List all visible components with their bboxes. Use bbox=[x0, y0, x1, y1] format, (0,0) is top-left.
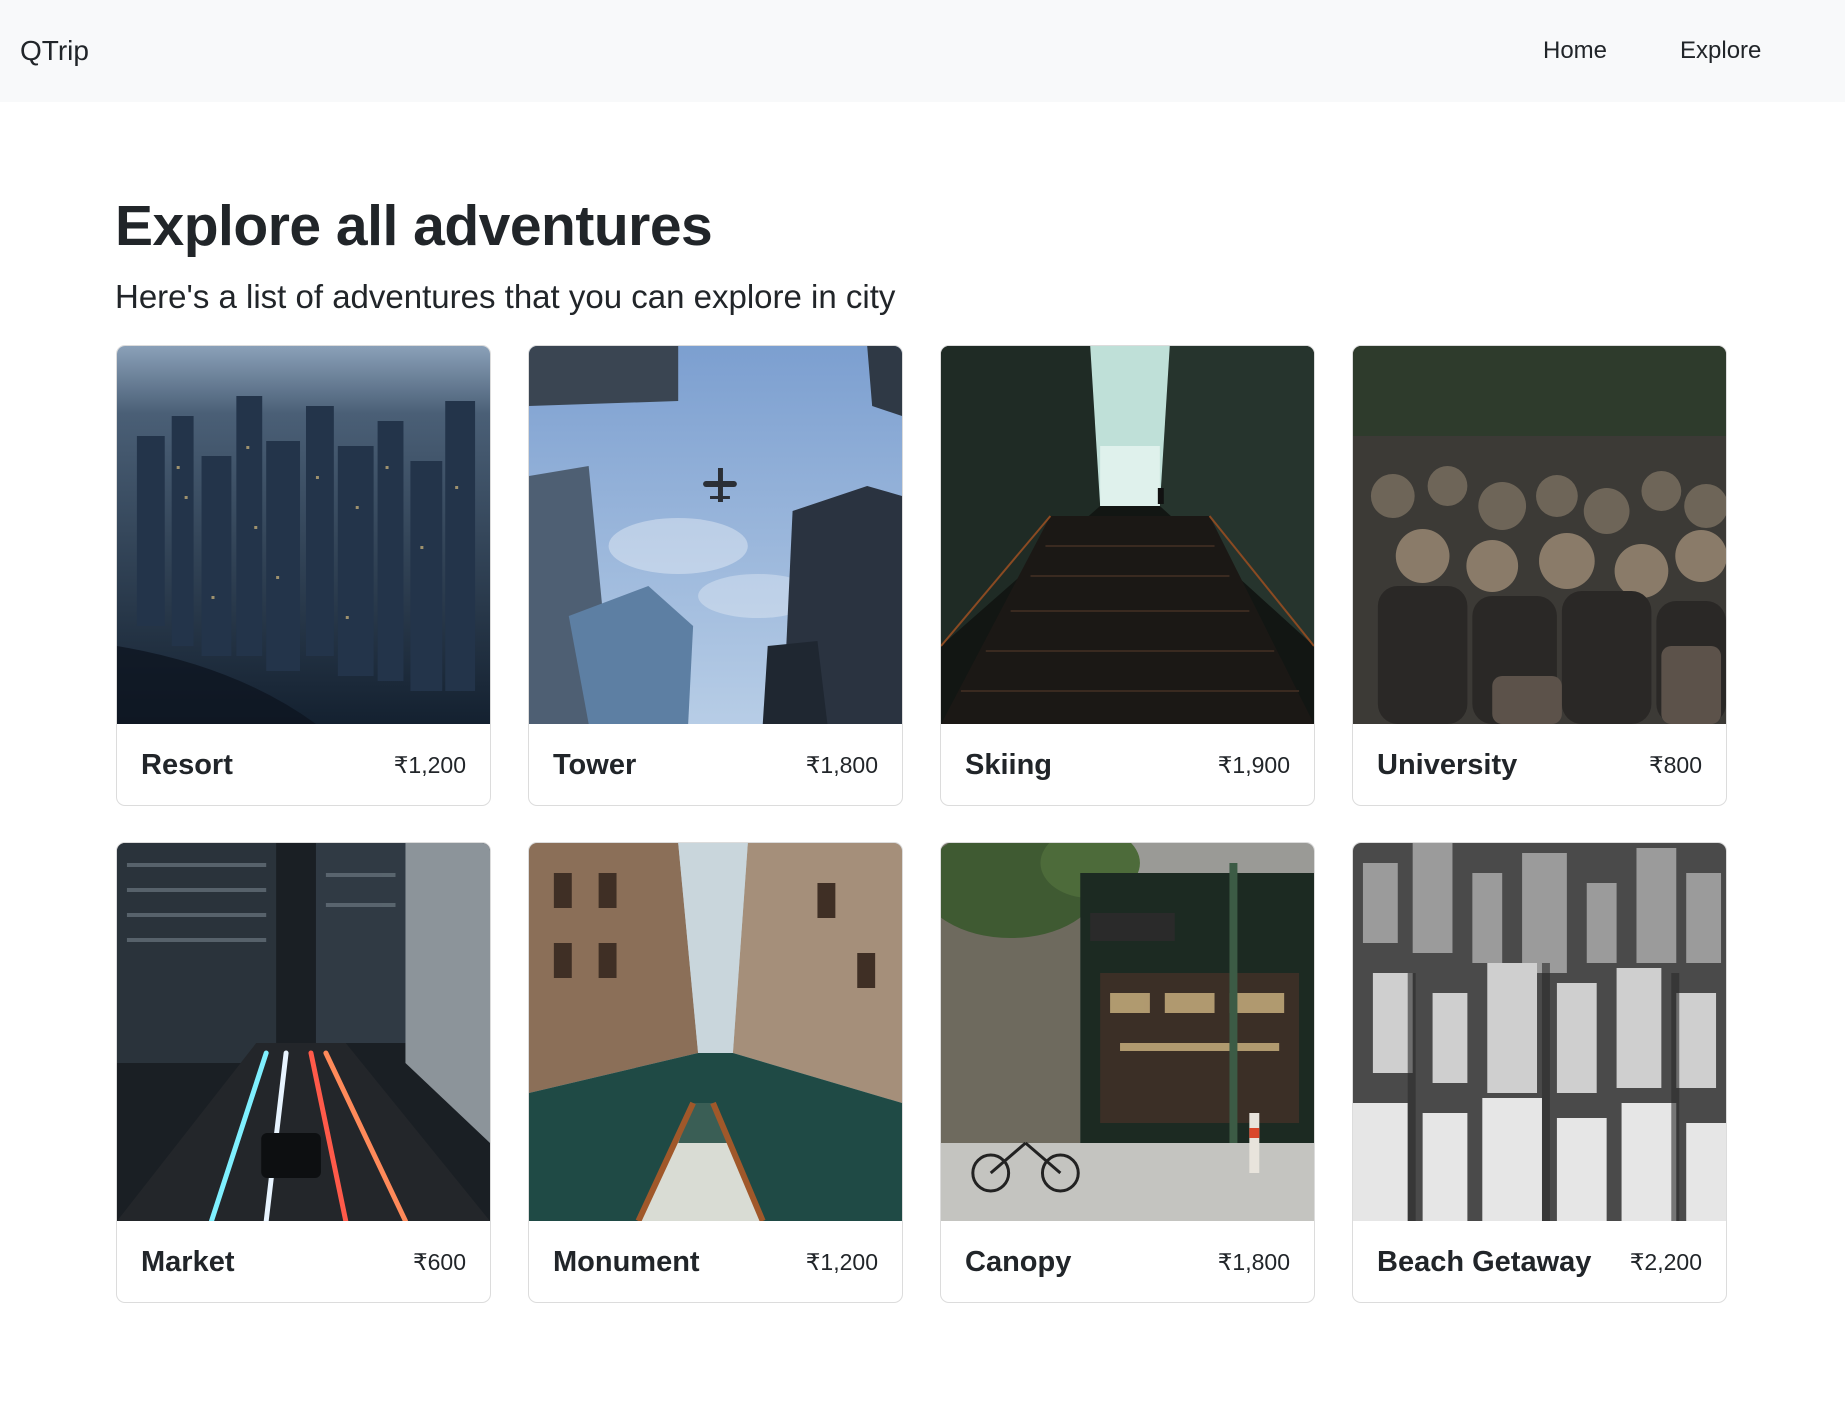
adventure-card-footer: Canopy ₹1,800 bbox=[941, 1221, 1314, 1302]
adventure-card-footer: Beach Getaway ₹2,200 bbox=[1353, 1221, 1726, 1302]
adventure-price: ₹1,900 bbox=[1217, 751, 1290, 778]
page-subtitle: Here's a list of adventures that you can… bbox=[115, 278, 896, 315]
adventure-card-university[interactable]: University ₹800 bbox=[1352, 345, 1727, 806]
adventure-grid: Resort ₹1,200 Tower ₹1,800 Skiing ₹1,900… bbox=[116, 345, 1727, 1303]
adventure-price: ₹1,200 bbox=[805, 1248, 878, 1275]
adventure-card-market[interactable]: Market ₹600 bbox=[116, 842, 491, 1303]
adventure-card-monument[interactable]: Monument ₹1,200 bbox=[528, 842, 903, 1303]
adventure-card-canopy[interactable]: Canopy ₹1,800 bbox=[940, 842, 1315, 1303]
adventure-name: University bbox=[1377, 748, 1518, 781]
adventure-image-skiing bbox=[941, 346, 1314, 724]
page-title: Explore all adventures bbox=[115, 194, 713, 258]
adventure-card-footer: Tower ₹1,800 bbox=[529, 724, 902, 805]
adventure-card-skiing[interactable]: Skiing ₹1,900 bbox=[940, 345, 1315, 806]
adventure-card-beach-getaway[interactable]: Beach Getaway ₹2,200 bbox=[1352, 842, 1727, 1303]
adventure-name: Resort bbox=[141, 748, 233, 781]
adventure-image-canopy bbox=[941, 843, 1314, 1221]
adventure-image-beach-getaway bbox=[1353, 843, 1726, 1221]
adventure-card-footer: Monument ₹1,200 bbox=[529, 1221, 902, 1302]
adventure-card-tower[interactable]: Tower ₹1,800 bbox=[528, 345, 903, 806]
top-navbar: QTrip Home Explore bbox=[0, 0, 1845, 102]
adventure-price: ₹2,200 bbox=[1629, 1248, 1702, 1275]
adventure-price: ₹1,800 bbox=[1217, 1248, 1290, 1275]
adventure-image-resort bbox=[117, 346, 490, 724]
adventure-name: Monument bbox=[553, 1245, 700, 1278]
adventure-name: Beach Getaway bbox=[1377, 1245, 1592, 1278]
adventure-name: Skiing bbox=[965, 748, 1053, 781]
adventure-image-tower bbox=[529, 346, 902, 724]
adventure-price: ₹1,200 bbox=[393, 751, 466, 778]
adventure-card-footer: Market ₹600 bbox=[117, 1221, 490, 1302]
adventure-price: ₹600 bbox=[412, 1248, 466, 1275]
adventure-card-footer: University ₹800 bbox=[1353, 724, 1726, 805]
adventure-name: Canopy bbox=[965, 1245, 1072, 1278]
nav-link-home[interactable]: Home bbox=[1543, 36, 1607, 66]
adventure-name: Market bbox=[141, 1245, 235, 1278]
adventure-image-monument bbox=[529, 843, 902, 1221]
adventure-card-footer: Skiing ₹1,900 bbox=[941, 724, 1314, 805]
brand-logo-link[interactable]: QTrip bbox=[20, 33, 89, 69]
adventure-image-university bbox=[1353, 346, 1726, 724]
adventure-card-footer: Resort ₹1,200 bbox=[117, 724, 490, 805]
adventure-price: ₹800 bbox=[1648, 751, 1702, 778]
adventure-image-market bbox=[117, 843, 490, 1221]
nav-link-explore[interactable]: Explore bbox=[1680, 36, 1761, 66]
adventure-price: ₹1,800 bbox=[805, 751, 878, 778]
adventure-name: Tower bbox=[553, 748, 637, 781]
adventure-card-resort[interactable]: Resort ₹1,200 bbox=[116, 345, 491, 806]
